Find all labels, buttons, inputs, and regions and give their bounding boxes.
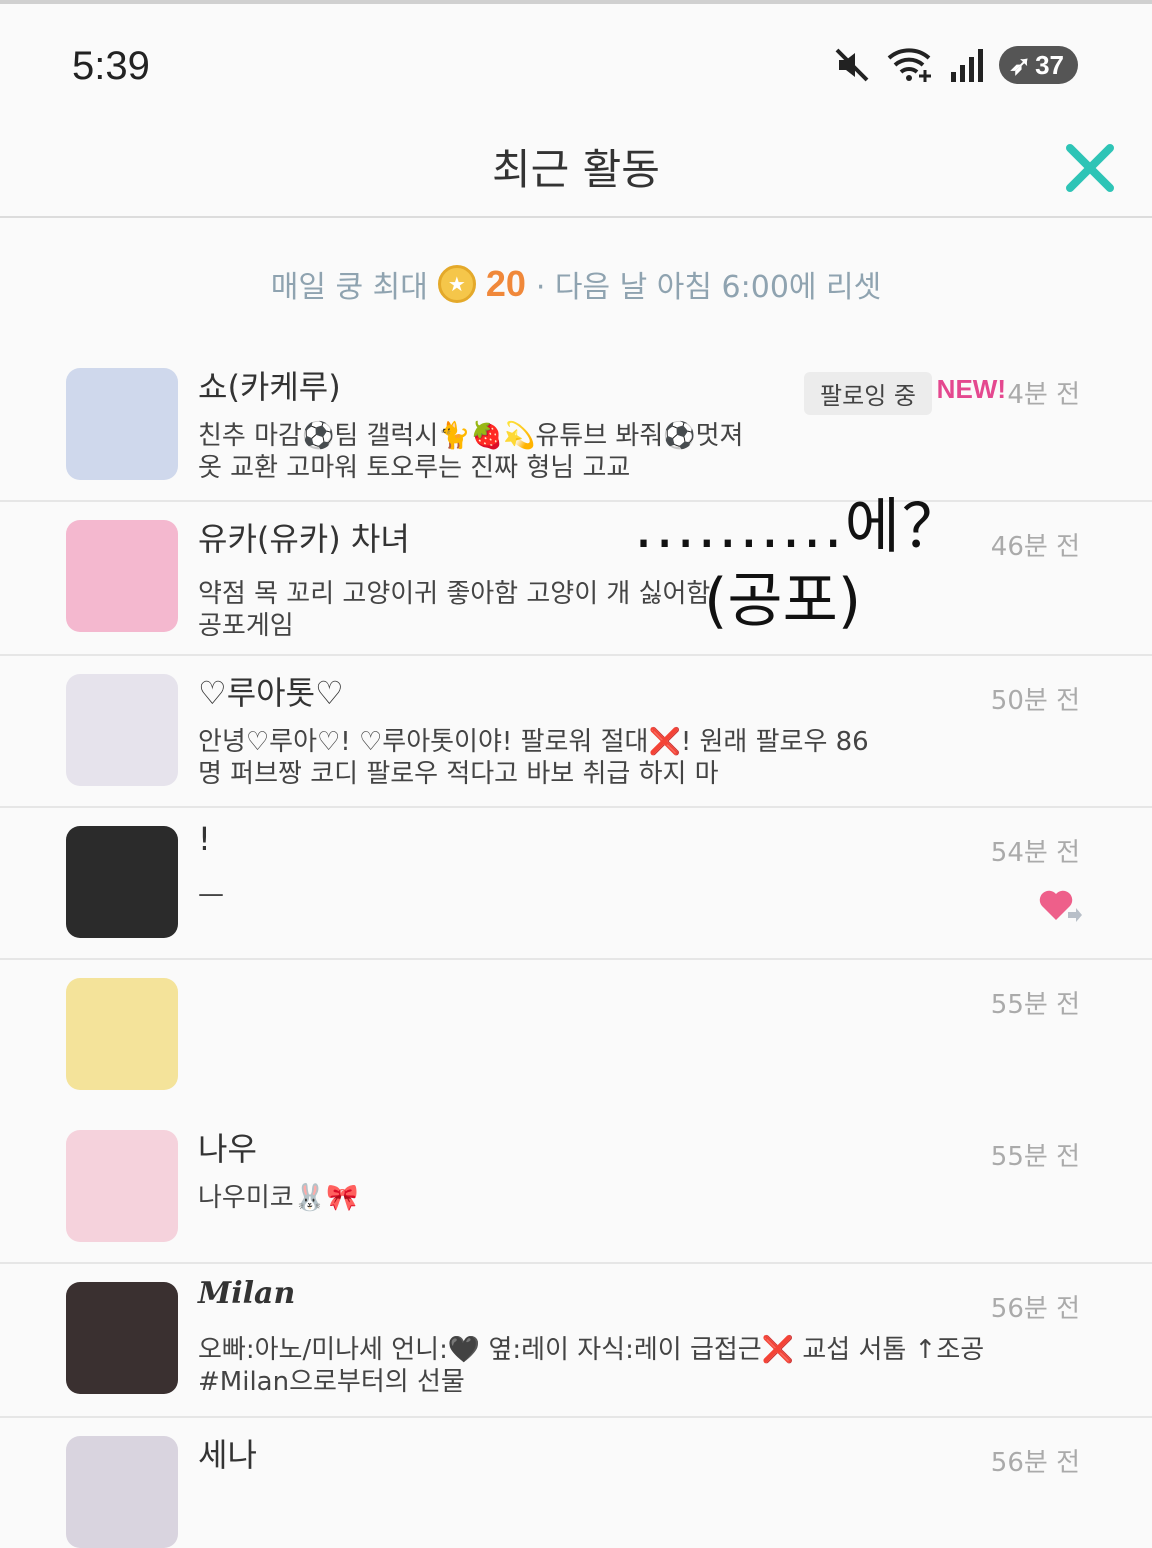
signal-icon bbox=[951, 49, 984, 82]
user-message: 오빠:아노/미나세 언니:🖤 옆:레이 자식:레이 급접근❌ 교섭 서톰 ↑조공… bbox=[198, 1335, 985, 1397]
user-name: Milan bbox=[198, 1276, 296, 1311]
battery-saver-icon: ➶ bbox=[1009, 49, 1032, 80]
coin-icon: ★ bbox=[437, 265, 476, 303]
user-message: 친추 마감⚽팀 갤럭시🐈🍓💫유튜브 봐줘⚽멋져 옷 교환 고마워 토오루는 진짜… bbox=[198, 421, 744, 483]
avatar[interactable] bbox=[66, 368, 178, 480]
user-name: 쇼(카케루) bbox=[198, 368, 341, 406]
time-ago: 54분 전 bbox=[990, 838, 1080, 868]
notice-prefix: 매일 쿵 최대 bbox=[270, 270, 428, 305]
status-icons: ➶ 37 bbox=[833, 46, 1078, 84]
user-name: 나우 bbox=[198, 1130, 257, 1168]
avatar[interactable] bbox=[66, 520, 178, 632]
avatar[interactable] bbox=[66, 1436, 178, 1548]
top-divider bbox=[0, 0, 1152, 4]
avatar[interactable] bbox=[66, 1282, 178, 1394]
status-bar: 5:39 ➶ 37 bbox=[0, 30, 1152, 104]
battery-indicator: ➶ 37 bbox=[999, 46, 1078, 84]
list-item[interactable]: ♡루아톳♡ 50분 전 안녕♡루아♡! ♡루아톳이야! 팔로워 절대❌! 원래 … bbox=[0, 656, 1152, 808]
user-name: 유카(유카) 차녀 bbox=[198, 520, 410, 558]
status-time: 5:39 bbox=[72, 44, 150, 88]
time-ago: 4분 전 bbox=[1007, 380, 1080, 410]
notice-suffix: · 다음 날 아침 6:00에 리셋 bbox=[535, 270, 882, 305]
avatar[interactable] bbox=[66, 826, 178, 938]
list-item[interactable]: 55분 전 bbox=[0, 960, 1152, 1112]
list-item[interactable]: Milan 56분 전 오빠:아노/미나세 언니:🖤 옆:레이 자식:레이 급접… bbox=[0, 1264, 1152, 1418]
list-item[interactable]: 쇼(카케루) 팔로잉 중 NEW! 4분 전 친추 마감⚽팀 갤럭시🐈🍓💫유튜브… bbox=[0, 350, 1152, 502]
user-message: 나우미코🐰🎀 bbox=[198, 1183, 359, 1213]
battery-level: 37 bbox=[1035, 49, 1064, 80]
activity-list: 쇼(카케루) 팔로잉 중 NEW! 4분 전 친추 마감⚽팀 갤럭시🐈🍓💫유튜브… bbox=[0, 350, 1152, 1548]
list-item[interactable]: 나우 55분 전 나우미코🐰🎀 bbox=[0, 1112, 1152, 1264]
following-badge: 팔로잉 중 bbox=[804, 372, 932, 415]
list-item[interactable]: 유카(유카) 차녀 46분 전 약점 목 꼬리 고양이귀 좋아함 고양이 개 싫… bbox=[0, 502, 1152, 656]
mute-icon bbox=[835, 48, 869, 82]
list-item[interactable]: 세나 56분 전 bbox=[0, 1418, 1152, 1548]
time-ago: 46분 전 bbox=[990, 532, 1080, 562]
user-name: 세나 bbox=[198, 1436, 257, 1474]
user-name: ♡루아톳♡ bbox=[198, 674, 344, 712]
close-icon[interactable] bbox=[1064, 142, 1116, 194]
daily-limit-notice: 매일 쿵 최대 ★ 20 · 다음 날 아침 6:00에 리셋 bbox=[0, 262, 1152, 306]
user-message: — bbox=[198, 879, 224, 909]
time-ago: 56분 전 bbox=[990, 1448, 1080, 1478]
time-ago: 55분 전 bbox=[990, 990, 1080, 1020]
heart-icon[interactable] bbox=[1038, 886, 1082, 926]
list-item[interactable]: ! 54분 전 — bbox=[0, 808, 1152, 960]
avatar[interactable] bbox=[66, 1130, 178, 1242]
time-ago: 50분 전 bbox=[990, 686, 1080, 716]
time-ago: 55분 전 bbox=[990, 1142, 1080, 1172]
avatar[interactable] bbox=[66, 978, 178, 1090]
wifi-icon bbox=[887, 48, 932, 82]
avatar[interactable] bbox=[66, 674, 178, 786]
new-badge: NEW! bbox=[936, 374, 1006, 404]
overlay-caption-line2: (공포) bbox=[704, 566, 862, 636]
time-ago: 56분 전 bbox=[990, 1294, 1080, 1324]
user-message: 안녕♡루아♡! ♡루아톳이야! 팔로워 절대❌! 원래 팔로우 86 명 퍼브짱… bbox=[198, 727, 869, 789]
user-name: ! bbox=[198, 820, 211, 858]
page-header: 최근 활동 bbox=[0, 118, 1152, 218]
page-title: 최근 활동 bbox=[492, 145, 660, 194]
notice-count: 20 bbox=[485, 263, 526, 304]
